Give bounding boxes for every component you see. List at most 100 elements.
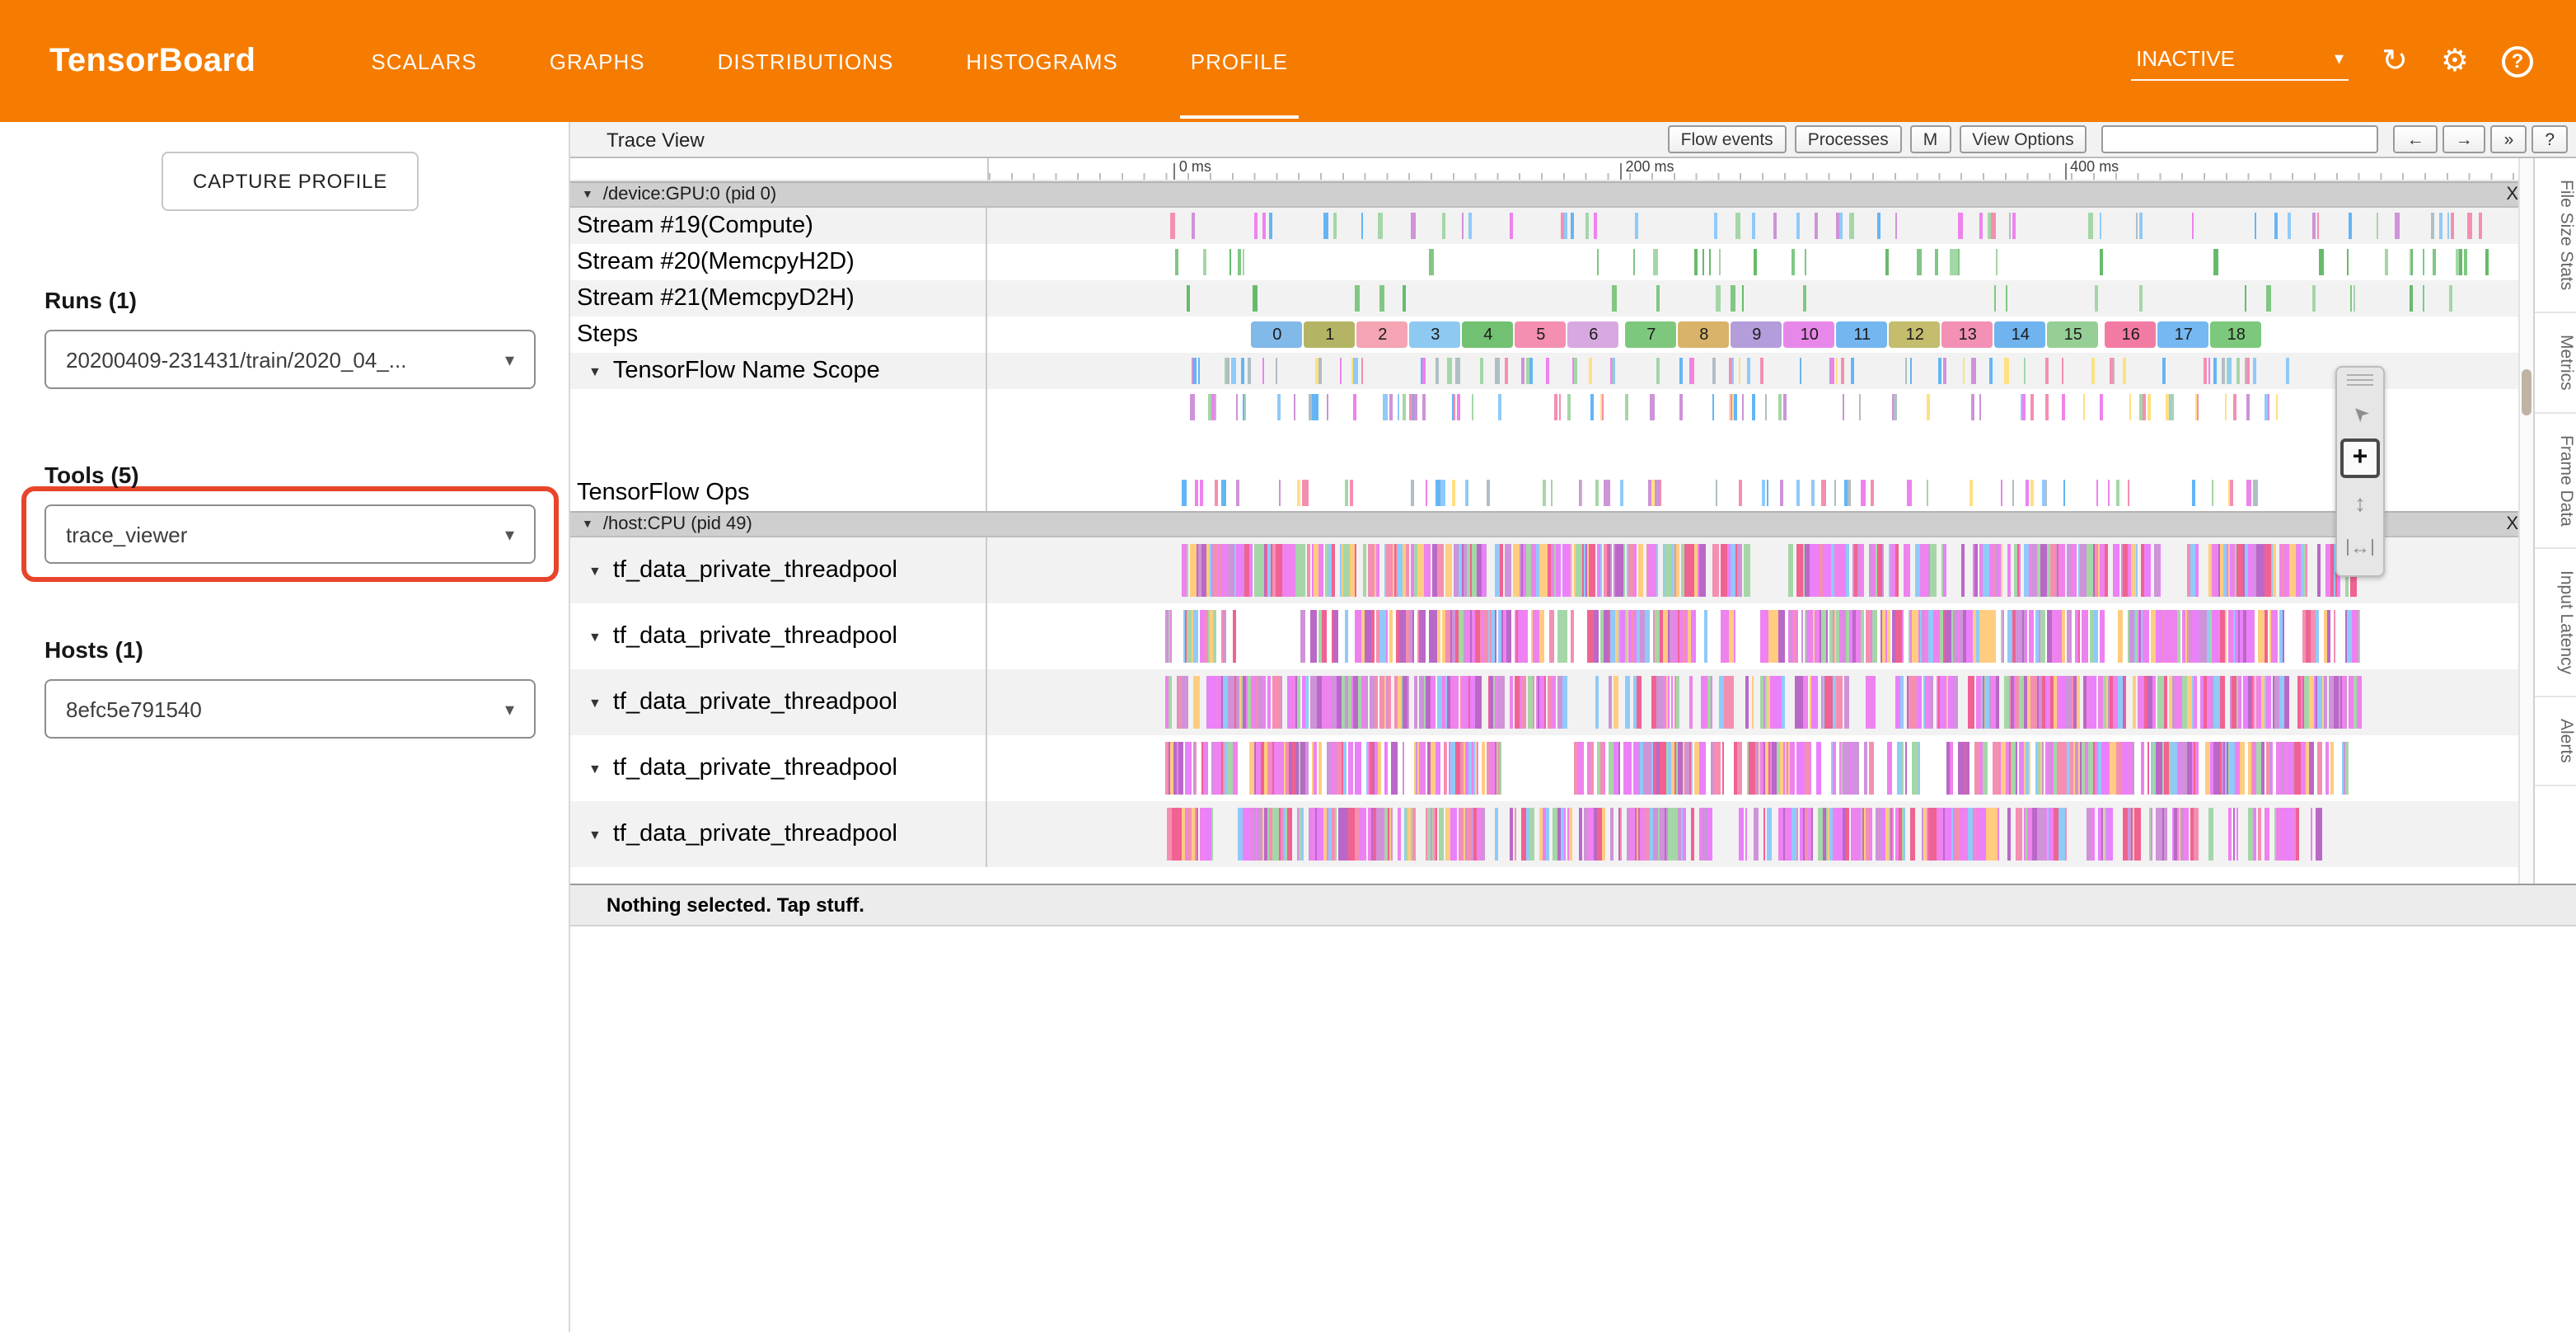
trace-event-tick[interactable] <box>1673 543 1675 598</box>
trace-event-tick[interactable] <box>2180 741 2187 795</box>
trace-event-tick[interactable] <box>1549 609 1554 664</box>
trace-event-tick[interactable] <box>1830 609 1834 664</box>
trace-event-tick[interactable] <box>1692 609 1697 664</box>
trace-event-tick[interactable] <box>2035 741 2038 795</box>
trace-event-tick[interactable] <box>1323 675 1326 729</box>
trace-event-tick[interactable] <box>1796 213 1800 239</box>
trace-event-tick[interactable] <box>1318 741 1321 795</box>
trace-event-tick[interactable] <box>1679 395 1682 420</box>
trace-event-tick[interactable] <box>1927 395 1930 420</box>
trace-event-tick[interactable] <box>1851 359 1855 384</box>
trace-event-tick[interactable] <box>2061 609 2065 664</box>
trace-event-tick[interactable] <box>1323 807 1327 861</box>
trace-event-tick[interactable] <box>1520 543 1523 598</box>
trace-event-tick[interactable] <box>1613 286 1616 312</box>
trace-event-tick[interactable] <box>2212 543 2217 598</box>
trace-event-tick[interactable] <box>2313 213 2316 239</box>
trace-event-tick[interactable] <box>1258 675 1263 729</box>
trace-event-tick[interactable] <box>1559 395 1561 420</box>
trace-event-tick[interactable] <box>1248 675 1250 729</box>
trace-event-tick[interactable] <box>1229 250 1231 275</box>
trace-event-tick[interactable] <box>1871 481 1875 506</box>
trace-event-tick[interactable] <box>1600 741 1604 795</box>
trace-event-tick[interactable] <box>1515 675 1520 729</box>
trace-event-tick[interactable] <box>1760 609 1763 664</box>
trace-event-tick[interactable] <box>1192 359 1197 384</box>
row-timeline[interactable] <box>987 537 2533 603</box>
selection-tool-button[interactable]: ➤ <box>2340 394 2380 434</box>
trace-event-tick[interactable] <box>1488 675 1490 729</box>
trace-event-tick[interactable] <box>1277 741 1283 795</box>
trace-event-tick[interactable] <box>2117 481 2120 506</box>
trace-event-tick[interactable] <box>2254 481 2258 506</box>
trace-event-tick[interactable] <box>1865 741 1867 795</box>
trace-event-tick[interactable] <box>1509 213 1512 239</box>
trace-event-tick[interactable] <box>1226 359 1229 384</box>
trace-event-tick[interactable] <box>2236 807 2239 861</box>
trace-event-tick[interactable] <box>2043 675 2045 729</box>
trace-event-tick[interactable] <box>1754 250 1758 275</box>
trace-event-tick[interactable] <box>1389 395 1393 420</box>
trace-event-tick[interactable] <box>2349 286 2352 312</box>
settings-gear-icon[interactable]: ⚙ <box>2441 45 2469 77</box>
trace-event-tick[interactable] <box>1539 807 1543 861</box>
trace-event-tick[interactable] <box>2275 807 2282 861</box>
trace-event-tick[interactable] <box>1481 741 1485 795</box>
trace-event-tick[interactable] <box>1234 543 1237 598</box>
trace-event-tick[interactable] <box>1988 543 1990 598</box>
trace-event-tick[interactable] <box>2234 395 2236 420</box>
trace-event-tick[interactable] <box>1356 286 1359 312</box>
trace-event-tick[interactable] <box>1763 481 1765 506</box>
trace-event-tick[interactable] <box>2248 807 2254 861</box>
trace-event-tick[interactable] <box>1745 675 1749 729</box>
trace-event-tick[interactable] <box>1333 213 1337 239</box>
trace-event-tick[interactable] <box>1841 741 1843 795</box>
trace-event-tick[interactable] <box>2246 481 2250 506</box>
trace-event-tick[interactable] <box>2200 609 2206 664</box>
trace-event-tick[interactable] <box>1587 741 1590 795</box>
trace-event-tick[interactable] <box>1567 395 1571 420</box>
trace-event-tick[interactable] <box>2022 395 2026 420</box>
trace-event-tick[interactable] <box>1625 609 1628 664</box>
trace-event-tick[interactable] <box>1754 741 1758 795</box>
trace-event-tick[interactable] <box>2296 543 2301 598</box>
trace-event-tick[interactable] <box>1450 807 1456 861</box>
trace-event-tick[interactable] <box>2157 675 2160 729</box>
trace-event-tick[interactable] <box>1899 807 1901 861</box>
trace-event-tick[interactable] <box>2179 675 2183 729</box>
trace-event-tick[interactable] <box>2038 675 2042 729</box>
pan-right-button[interactable]: → <box>2443 125 2486 153</box>
trace-event-tick[interactable] <box>2029 609 2035 664</box>
trace-event-tick[interactable] <box>1175 250 1179 275</box>
trace-event-tick[interactable] <box>2273 543 2276 598</box>
trace-event-tick[interactable] <box>1421 395 1425 420</box>
side-tab-frame-data[interactable]: Frame Data <box>2535 414 2576 550</box>
trace-event-tick[interactable] <box>1276 359 1277 384</box>
step-block[interactable]: 14 <box>1995 321 2046 348</box>
trace-event-tick[interactable] <box>1204 609 1207 664</box>
trace-event-tick[interactable] <box>2192 481 2194 506</box>
trace-event-tick[interactable] <box>1476 741 1478 795</box>
trace-event-tick[interactable] <box>1825 807 1828 861</box>
trace-event-tick[interactable] <box>1366 741 1368 795</box>
trace-event-tick[interactable] <box>1348 807 1354 861</box>
trace-event-tick[interactable] <box>1469 213 1472 239</box>
trace-event-tick[interactable] <box>1552 481 1553 506</box>
trace-event-tick[interactable] <box>1232 741 1238 795</box>
trace-event-tick[interactable] <box>1747 359 1751 384</box>
trace-event-tick[interactable] <box>1447 675 1450 729</box>
trace-event-tick[interactable] <box>1395 543 1398 598</box>
trace-event-tick[interactable] <box>1810 543 1812 598</box>
trace-event-tick[interactable] <box>1540 543 1543 598</box>
trace-event-tick[interactable] <box>1234 609 1236 664</box>
trace-event-tick[interactable] <box>1185 609 1187 664</box>
trace-event-tick[interactable] <box>1220 741 1223 795</box>
trace-event-tick[interactable] <box>1577 741 1581 795</box>
trace-event-tick[interactable] <box>1866 609 1870 664</box>
vertical-scrollbar[interactable] <box>2518 158 2533 884</box>
trace-event-tick[interactable] <box>1534 609 1539 664</box>
trace-event-tick[interactable] <box>2222 359 2224 384</box>
trace-event-tick[interactable] <box>2303 609 2305 664</box>
trace-event-tick[interactable] <box>1281 807 1285 861</box>
trace-event-tick[interactable] <box>2044 481 2047 506</box>
